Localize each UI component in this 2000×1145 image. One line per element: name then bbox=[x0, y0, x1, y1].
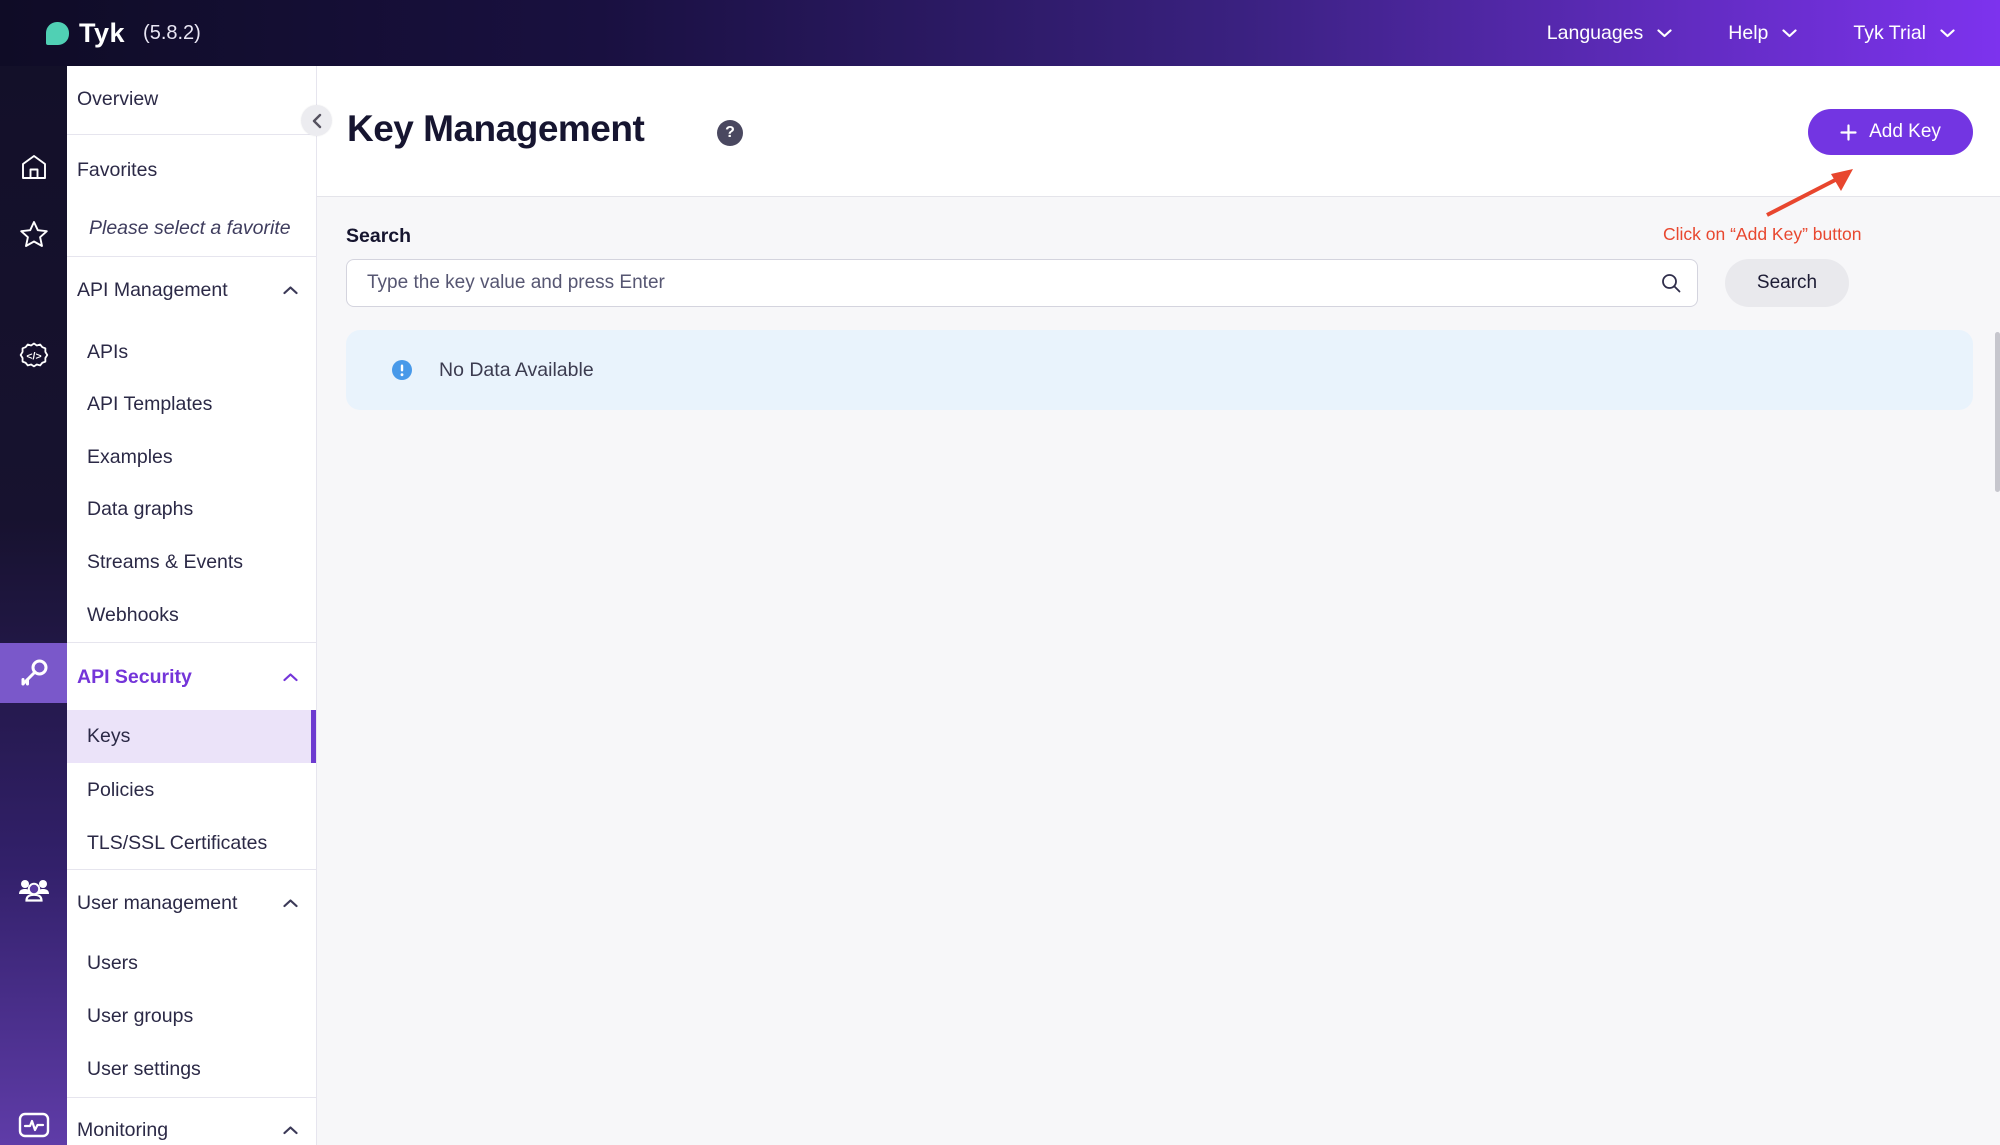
tyk-logo[interactable]: Tyk (5.8.2) bbox=[46, 18, 201, 49]
info-icon bbox=[392, 360, 412, 380]
chevron-down-icon bbox=[1782, 29, 1797, 38]
divider bbox=[67, 134, 316, 135]
users-icon[interactable] bbox=[0, 872, 67, 906]
sidebar-item-user-settings[interactable]: User settings bbox=[67, 1043, 316, 1096]
hint-label: Please select a favorite bbox=[89, 217, 291, 240]
sidebar-item-label: Data graphs bbox=[87, 498, 193, 521]
sidebar-item-label: TLS/SSL Certificates bbox=[87, 832, 267, 855]
api-gateway-gear-icon[interactable]: </> bbox=[0, 338, 67, 372]
sidebar-item-policies[interactable]: Policies bbox=[67, 764, 316, 817]
search-input-wrap bbox=[346, 259, 1698, 307]
help-menu-label: Help bbox=[1728, 22, 1768, 45]
main-content: Key Management ? Add Key Search Search bbox=[317, 66, 2000, 1145]
favorites-empty-hint: Please select a favorite bbox=[67, 202, 316, 255]
account-menu[interactable]: Tyk Trial bbox=[1853, 22, 1955, 45]
sidebar-item-webhooks[interactable]: Webhooks bbox=[67, 589, 316, 642]
divider bbox=[67, 642, 316, 643]
sidebar-item-apis[interactable]: APIs bbox=[67, 326, 316, 379]
sidebar-item-label: Keys bbox=[87, 725, 130, 748]
version-label: (5.8.2) bbox=[143, 22, 201, 45]
monitoring-icon[interactable] bbox=[0, 1108, 67, 1142]
add-key-label: Add Key bbox=[1869, 121, 1941, 143]
sidebar-item-tls-ssl-certificates[interactable]: TLS/SSL Certificates bbox=[67, 817, 316, 870]
annotation-arrow-icon bbox=[1757, 161, 1867, 223]
sidebar-collapse-button[interactable] bbox=[301, 105, 332, 136]
search-button[interactable]: Search bbox=[1725, 259, 1849, 307]
search-section-label: Search bbox=[346, 225, 411, 248]
page-title: Key Management bbox=[347, 108, 644, 150]
logo-text: Tyk bbox=[79, 18, 125, 49]
topbar-menus: Languages Help Tyk Trial bbox=[1547, 22, 1955, 45]
sidebar-item-users[interactable]: Users bbox=[67, 937, 316, 990]
sidebar-section-label: API Management bbox=[77, 279, 228, 302]
sidebar-section-api-management[interactable]: API Management bbox=[67, 264, 316, 317]
sidebar-item-label: Streams & Events bbox=[87, 551, 243, 574]
svg-text:</>: </> bbox=[26, 351, 41, 363]
help-menu[interactable]: Help bbox=[1728, 22, 1797, 45]
plus-icon bbox=[1840, 124, 1857, 141]
chevron-up-icon bbox=[283, 899, 298, 908]
divider bbox=[67, 1097, 316, 1098]
no-data-text: No Data Available bbox=[439, 359, 594, 382]
sidebar-item-label: Overview bbox=[77, 88, 158, 111]
chevron-up-icon bbox=[283, 1126, 298, 1135]
sidebar-item-label: API Templates bbox=[87, 393, 212, 416]
sidebar-section-label: Favorites bbox=[77, 159, 157, 182]
chevron-down-icon bbox=[1657, 29, 1672, 38]
sidebar-section-label: Monitoring bbox=[77, 1119, 168, 1142]
tyk-leaf-icon bbox=[46, 22, 69, 45]
sidebar-item-label: Policies bbox=[87, 779, 154, 802]
add-key-button[interactable]: Add Key bbox=[1808, 109, 1973, 155]
sidebar-section-label: API Security bbox=[77, 666, 192, 689]
app-window: Tyk (5.8.2) Languages Help Tyk Trial bbox=[0, 0, 2000, 1145]
search-icon[interactable] bbox=[1660, 272, 1682, 294]
sidebar-item-user-groups[interactable]: User groups bbox=[67, 990, 316, 1043]
sidebar-item-overview[interactable]: Overview bbox=[67, 73, 316, 126]
sidebar-item-api-templates[interactable]: API Templates bbox=[67, 378, 316, 431]
divider bbox=[67, 256, 316, 257]
help-question-icon[interactable]: ? bbox=[717, 120, 743, 146]
languages-menu[interactable]: Languages bbox=[1547, 22, 1673, 45]
sidebar-item-label: User groups bbox=[87, 1005, 193, 1028]
sidebar-section-favorites[interactable]: Favorites bbox=[67, 144, 316, 197]
languages-menu-label: Languages bbox=[1547, 22, 1644, 45]
sidebar-item-examples[interactable]: Examples bbox=[67, 431, 316, 484]
sidebar-section-label: User management bbox=[77, 892, 237, 915]
sidebar-section-monitoring[interactable]: Monitoring bbox=[67, 1104, 316, 1145]
scrollbar-thumb[interactable] bbox=[1995, 332, 2000, 492]
divider bbox=[67, 869, 316, 870]
sidebar-item-label: APIs bbox=[87, 341, 128, 364]
sidebar-item-label: Users bbox=[87, 952, 138, 975]
chevron-up-icon bbox=[283, 286, 298, 295]
annotation-text: Click on “Add Key” button bbox=[1663, 224, 1861, 245]
sidebar: Overview Favorites Please select a favor… bbox=[67, 66, 317, 1145]
favorites-star-icon[interactable] bbox=[0, 217, 67, 251]
account-menu-label: Tyk Trial bbox=[1853, 22, 1926, 45]
chevron-down-icon bbox=[1940, 29, 1955, 38]
chevron-up-icon bbox=[283, 673, 298, 682]
app-shell: </> bbox=[0, 66, 2000, 1145]
icon-rail: </> bbox=[0, 66, 67, 1145]
no-data-banner: No Data Available bbox=[346, 330, 1973, 410]
sidebar-item-label: Examples bbox=[87, 446, 173, 469]
sidebar-item-keys[interactable]: Keys bbox=[67, 710, 316, 763]
sidebar-item-label: User settings bbox=[87, 1058, 201, 1081]
chevron-left-icon bbox=[312, 113, 322, 129]
sidebar-section-api-security[interactable]: API Security bbox=[67, 651, 316, 704]
sidebar-item-label: Webhooks bbox=[87, 604, 179, 627]
sidebar-section-user-management[interactable]: User management bbox=[67, 877, 316, 930]
sidebar-item-data-graphs[interactable]: Data graphs bbox=[67, 483, 316, 536]
sidebar-item-streams-events[interactable]: Streams & Events bbox=[67, 536, 316, 589]
top-bar: Tyk (5.8.2) Languages Help Tyk Trial bbox=[0, 0, 2000, 66]
search-input[interactable] bbox=[346, 259, 1698, 307]
home-icon[interactable] bbox=[0, 150, 67, 184]
key-icon[interactable] bbox=[0, 656, 67, 690]
